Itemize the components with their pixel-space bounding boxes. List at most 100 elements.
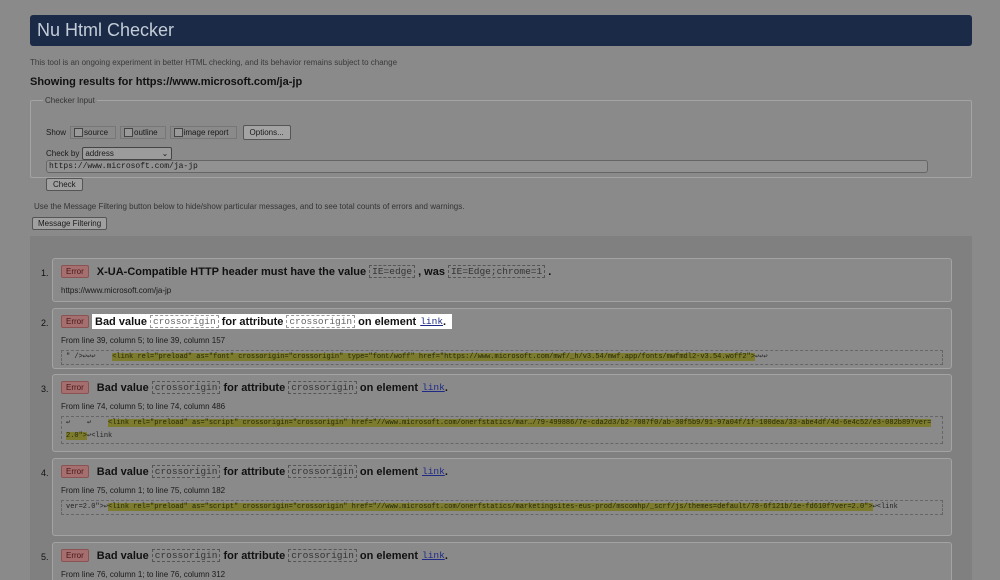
url-input[interactable]: https://www.microsoft.com/ja-jp <box>46 160 928 173</box>
check-button[interactable]: Check <box>46 178 83 191</box>
extract-suffix: ↩<link <box>872 503 898 511</box>
code-value: crossorigin <box>151 549 221 562</box>
message-part: . <box>548 265 552 278</box>
filter-note: Use the Message Filtering button below t… <box>34 202 465 211</box>
extract-highlight: <link rel="preload" as="script" crossori… <box>66 419 932 440</box>
checkbox-source-label: source <box>84 128 109 137</box>
checker-input-fieldset: Checker Input Show source outline image … <box>30 96 972 191</box>
show-checkbox-source-wrap: source <box>70 126 117 139</box>
code-value: IE=Edge;chrome=1 <box>447 265 546 278</box>
extract-suffix: ↩↩↩ <box>754 353 768 361</box>
error-badge: Error <box>61 381 89 394</box>
code-value: crossorigin <box>288 465 357 478</box>
message-text: Error <box>61 314 90 329</box>
code-value: crossorigin <box>288 549 357 562</box>
show-checkbox-outline-wrap: outline <box>120 126 166 139</box>
message-text: Error X-UA-Compatible HTTP header must h… <box>61 264 551 279</box>
error-badge: Error <box>61 315 89 328</box>
message-location: https://www.microsoft.com/ja-jp <box>61 286 172 295</box>
code-value: crossorigin <box>149 315 219 328</box>
message-part: . <box>443 315 447 328</box>
app-header: Nu Html Checker <box>30 15 972 46</box>
highlighted-message-text: Bad value crossorigin for attribute cros… <box>92 314 453 329</box>
checkbox-source[interactable]: source <box>74 128 108 137</box>
showing-results-heading: Showing results for https://www.microsof… <box>30 76 303 88</box>
list-item: 2. Error Bad value crossorigin for attri… <box>41 308 952 369</box>
message-number: 3. <box>41 384 49 394</box>
check-by-value: address <box>85 149 114 158</box>
message-part: X-UA-Compatible HTTP header must have th… <box>96 265 367 278</box>
message-part: Bad value <box>96 465 149 478</box>
message-number: 4. <box>41 468 49 478</box>
check-by-select[interactable]: address ⌄ <box>82 147 173 160</box>
list-item: 5. Error Bad value crossorigin for attri… <box>41 542 952 580</box>
show-options-row: Show source outline image report Options… <box>46 125 291 140</box>
message-text: Error Bad value crossorigin for attribut… <box>61 548 448 563</box>
code-value: crossorigin <box>151 381 221 394</box>
message-number: 5. <box>41 552 49 562</box>
list-item: 3. Error Bad value crossorigin for attri… <box>41 374 952 452</box>
message-filtering-button[interactable]: Message Filtering <box>32 217 108 230</box>
element-link[interactable]: link <box>422 382 445 393</box>
message-part: for attribute <box>223 465 286 478</box>
message-text: Error Bad value crossorigin for attribut… <box>61 380 448 395</box>
extract-highlight: <link rel="preload" as="script" crossori… <box>108 503 873 511</box>
message-number: 1. <box>41 268 49 278</box>
message-part: on element <box>359 381 418 394</box>
code-value: IE=edge <box>369 265 416 278</box>
message-location: From line 75, column 1; to line 75, colu… <box>61 486 226 495</box>
message-part: Bad value <box>95 315 147 328</box>
extract-suffix: ↩<link <box>87 432 113 440</box>
error-badge: Error <box>61 465 89 478</box>
message-part: on element <box>358 315 417 328</box>
error-badge: Error <box>61 265 89 278</box>
message-part: on element <box>359 465 418 478</box>
show-label: Show <box>46 128 67 137</box>
message-text: Error Bad value crossorigin for attribut… <box>61 464 448 479</box>
intro-note: This tool is an ongoing experiment in be… <box>30 58 398 67</box>
check-by-label: Check by <box>46 149 80 158</box>
show-checkbox-image-report-wrap: image report <box>169 126 237 139</box>
checkbox-outline[interactable]: outline <box>124 128 158 137</box>
message-part: on element <box>359 549 418 562</box>
checkbox-image-report-label: image report <box>183 128 229 137</box>
message-location: From line 76, column 1; to line 76, colu… <box>61 570 226 579</box>
error-badge: Error <box>61 549 89 562</box>
checkbox-box[interactable] <box>74 128 84 137</box>
element-link[interactable]: link <box>420 316 443 327</box>
extract-prefix: " />↩↩↩ <box>66 353 113 361</box>
list-item: 4. Error Bad value crossorigin for attri… <box>41 458 952 536</box>
code-extract: ver=2.0">↩<link rel="preload" as="script… <box>61 500 943 515</box>
extract-prefix: ↩ ↩ <box>66 419 109 427</box>
message-part: . <box>444 381 448 394</box>
chevron-down-icon: ⌄ <box>161 149 169 158</box>
message-part: Bad value <box>96 549 149 562</box>
results-panel: 1. Error X-UA-Compatible HTTP header mus… <box>30 236 972 580</box>
checker-input-legend: Checker Input <box>45 96 95 105</box>
message-part: for attribute <box>223 549 286 562</box>
extract-highlight: <link rel="preload" as="font" crossorigi… <box>112 353 755 361</box>
message-number: 2. <box>41 318 49 328</box>
code-extract: " />↩↩↩ <link rel="preload" as="font" cr… <box>61 350 943 365</box>
checkbox-box[interactable] <box>124 128 134 137</box>
message-part: . <box>444 549 448 562</box>
element-link[interactable]: link <box>422 550 445 561</box>
element-link[interactable]: link <box>422 466 445 477</box>
extract-prefix: ver=2.0">↩ <box>66 503 109 511</box>
app-title: Nu Html Checker <box>37 20 175 40</box>
message-part: . <box>444 465 448 478</box>
options-button[interactable]: Options... <box>242 125 291 140</box>
check-by-row: Check by address ⌄ <box>46 147 173 160</box>
message-location: From line 74, column 5; to line 74, colu… <box>61 402 226 411</box>
message-part: for attribute <box>221 315 284 328</box>
code-value: crossorigin <box>288 381 357 394</box>
code-extract: ↩ ↩ <link rel="preload" as="script" cros… <box>61 416 943 444</box>
message-part: , was <box>418 265 445 278</box>
checkbox-box[interactable] <box>173 128 183 137</box>
message-location: From line 39, column 5; to line 39, colu… <box>61 336 226 345</box>
message-part: for attribute <box>223 381 286 394</box>
message-part: Bad value <box>96 381 149 394</box>
code-value: crossorigin <box>151 465 221 478</box>
list-item: 1. Error X-UA-Compatible HTTP header mus… <box>41 258 952 302</box>
checkbox-image-report[interactable]: image report <box>173 128 229 137</box>
